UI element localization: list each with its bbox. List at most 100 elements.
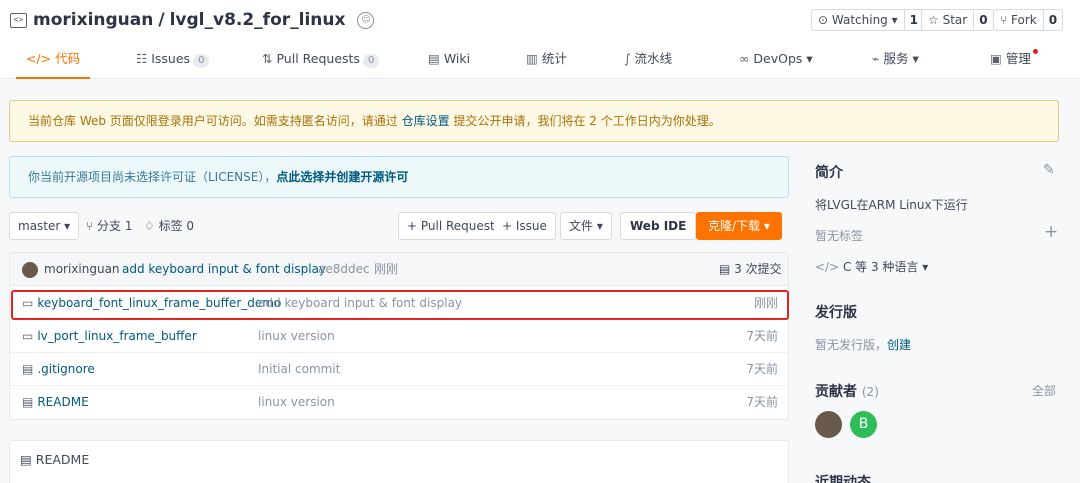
readme-title: README bbox=[35, 452, 90, 467]
repo-owner-link[interactable]: morixinguan bbox=[33, 10, 153, 30]
repo-tabs: </> 代码 ☷ Issues 0 ⇅ Pull Requests 0 ▤ Wiki ▥ 统计… bbox=[0, 44, 1080, 79]
issues-icon: ☷ bbox=[136, 51, 148, 66]
tab-pull-requests[interactable]: ⇅ Pull Requests 0 bbox=[262, 44, 380, 79]
edit-icon[interactable]: ✎ bbox=[1043, 162, 1055, 178]
file-commit-message[interactable]: linux version bbox=[258, 386, 335, 419]
file-icon: ▤ bbox=[22, 362, 34, 376]
license-notice: 你当前开源项目尚未选择许可证（LICENSE），点此选择并创建开源许可 bbox=[9, 156, 789, 198]
tab-manage[interactable]: ▣ 管理 bbox=[990, 44, 1031, 79]
file-name-text: .gitignore bbox=[37, 362, 95, 376]
repo-header: <> morixinguan / lvgl_v8.2_for_linux ☺ ⊙ W… bbox=[0, 0, 1080, 79]
recent-activity-title: 近期动态 bbox=[815, 475, 871, 483]
files-dropdown[interactable]: 文件 ▾ bbox=[560, 212, 612, 240]
fork-count[interactable]: 0 bbox=[1044, 10, 1062, 30]
pipeline-icon: ∫ bbox=[624, 51, 631, 66]
repo-name-link[interactable]: lvgl_v8.2_for_linux bbox=[170, 10, 346, 30]
tab-statistics[interactable]: ▥ 统计 bbox=[526, 44, 567, 79]
star-label[interactable]: ☆ Star bbox=[922, 10, 975, 30]
add-tag-icon[interactable]: + bbox=[1044, 222, 1058, 242]
create-release-link[interactable]: 创建 bbox=[887, 338, 911, 352]
pull-requests-count: 0 bbox=[362, 54, 380, 68]
commit-hash[interactable]: ae8ddec bbox=[318, 253, 370, 286]
commit-author[interactable]: morixinguan bbox=[44, 253, 120, 286]
pulse-icon: ⌁ bbox=[872, 51, 880, 66]
tab-label: 统计 bbox=[541, 51, 567, 66]
watch-label[interactable]: ⊙ Watching ▾ bbox=[812, 10, 905, 30]
watch-button[interactable]: ⊙ Watching ▾ 1 bbox=[811, 9, 924, 31]
tab-label: 代码 bbox=[55, 51, 81, 66]
file-commit-message[interactable]: linux version bbox=[258, 320, 335, 353]
file-icon: ▤ bbox=[22, 395, 34, 409]
author-avatar[interactable] bbox=[22, 262, 38, 278]
web-ide-button[interactable]: Web IDE bbox=[620, 212, 697, 240]
notice-text-before: 当前仓库 Web 页面仅限登录用户可访问。如需支持匿名访问，请通过 bbox=[28, 114, 402, 128]
latest-commit-row: morixinguan add keyboard input & font di… bbox=[10, 253, 788, 286]
notice-text-after: 提交公开申请，我们将在 2 个工作日内为你处理。 bbox=[449, 114, 721, 128]
contributors-count: (2) bbox=[861, 385, 879, 399]
star-button[interactable]: ☆ Star 0 bbox=[921, 9, 994, 31]
table-row[interactable]: ▤ README linux version 7天前 bbox=[10, 386, 788, 419]
tags-link[interactable]: ♢ 标签 0 bbox=[144, 212, 194, 240]
fork-button[interactable]: ⑂ Fork 0 bbox=[993, 9, 1064, 31]
table-row[interactable]: ▭ lv_port_linux_frame_buffer linux versio… bbox=[10, 320, 788, 353]
repo-settings-link[interactable]: 仓库设置 bbox=[402, 114, 450, 128]
clone-download-button[interactable]: 克隆/下载 ▾ bbox=[696, 212, 782, 240]
chart-icon: ▥ bbox=[526, 51, 538, 66]
file-name[interactable]: ▤ .gitignore bbox=[22, 353, 95, 386]
create-license-link[interactable]: 点此选择并创建开源许可 bbox=[276, 170, 408, 184]
code-icon: <> bbox=[10, 12, 27, 28]
branches-link[interactable]: ⑂ 分支 1 bbox=[86, 212, 132, 240]
commits-link[interactable]: ▤ 3 次提交 bbox=[719, 253, 782, 286]
infinity-icon: ∞ bbox=[739, 51, 750, 66]
file-commit-message[interactable]: Initial commit bbox=[258, 353, 340, 386]
readme-icon: ▤ bbox=[20, 452, 36, 467]
repo-title-row: <> morixinguan / lvgl_v8.2_for_linux ☺ bbox=[10, 7, 375, 33]
access-notice: 当前仓库 Web 页面仅限登录用户可访问。如需支持匿名访问，请通过 仓库设置 提… bbox=[9, 100, 1059, 142]
commit-message[interactable]: add keyboard input & font display bbox=[122, 253, 326, 286]
folder-icon: ▭ bbox=[22, 329, 34, 343]
tab-wiki[interactable]: ▤ Wiki bbox=[428, 44, 470, 79]
tab-issues[interactable]: ☷ Issues 0 bbox=[136, 44, 210, 79]
intro-title: 简介 bbox=[815, 165, 843, 181]
tab-pipeline[interactable]: ∫ 流水线 bbox=[624, 44, 672, 79]
languages-dropdown[interactable]: </> C 等 3 种语言 ▾ bbox=[815, 258, 928, 275]
commits-icon: ▤ bbox=[719, 262, 735, 276]
file-time: 7天前 bbox=[746, 329, 778, 343]
pull-request-icon: ⇅ bbox=[262, 51, 273, 66]
table-row[interactable]: ▤ .gitignore Initial commit 7天前 bbox=[10, 353, 788, 386]
fork-label[interactable]: ⑂ Fork bbox=[994, 10, 1044, 30]
file-name-text: lv_port_linux_frame_buffer bbox=[37, 329, 197, 343]
file-name[interactable]: ▤ README bbox=[22, 386, 89, 419]
avatar[interactable]: B bbox=[850, 411, 877, 438]
tab-label: Wiki bbox=[443, 51, 471, 66]
tab-devops[interactable]: ∞ DevOps ▾ bbox=[739, 44, 813, 79]
tab-label: Pull Requests bbox=[276, 51, 360, 66]
contributors-all-link[interactable]: 全部 bbox=[1032, 382, 1056, 399]
readme-panel: ▤ README bbox=[9, 440, 789, 483]
contributors-title: 贡献者 (2) bbox=[815, 381, 879, 401]
tab-code[interactable]: </> 代码 bbox=[16, 44, 90, 79]
issues-count: 0 bbox=[193, 54, 210, 68]
branch-icon: ⑂ bbox=[86, 219, 98, 233]
no-tags-text: 暂无标签 bbox=[815, 229, 864, 243]
star-count[interactable]: 0 bbox=[974, 10, 992, 30]
file-name[interactable]: ▭ lv_port_linux_frame_buffer bbox=[22, 320, 197, 353]
new-pull-request-button[interactable]: + Pull Request bbox=[398, 212, 504, 240]
new-issue-button[interactable]: + Issue bbox=[494, 212, 556, 240]
contributors-label: 贡献者 bbox=[815, 384, 857, 400]
repo-separator: / bbox=[158, 10, 165, 30]
tags-count: 标签 0 bbox=[158, 219, 195, 233]
tab-label: 流水线 bbox=[634, 51, 673, 66]
file-time: 7天前 bbox=[746, 395, 778, 409]
release-title: 发行版 bbox=[815, 305, 857, 321]
tab-services[interactable]: ⌁ 服务 ▾ bbox=[872, 44, 919, 79]
branches-count: 分支 1 bbox=[97, 219, 133, 233]
languages-text: C 等 3 种语言 ▾ bbox=[842, 260, 929, 274]
tab-label: DevOps ▾ bbox=[753, 51, 813, 66]
branch-select[interactable]: master ▾ bbox=[9, 212, 80, 240]
avatar[interactable] bbox=[815, 411, 842, 438]
file-table: morixinguan add keyboard input & font di… bbox=[9, 252, 789, 420]
certificate-icon[interactable]: ☺ bbox=[357, 11, 375, 29]
code-lang-icon: </> bbox=[815, 260, 843, 274]
tab-label: 管理 bbox=[1005, 51, 1031, 66]
